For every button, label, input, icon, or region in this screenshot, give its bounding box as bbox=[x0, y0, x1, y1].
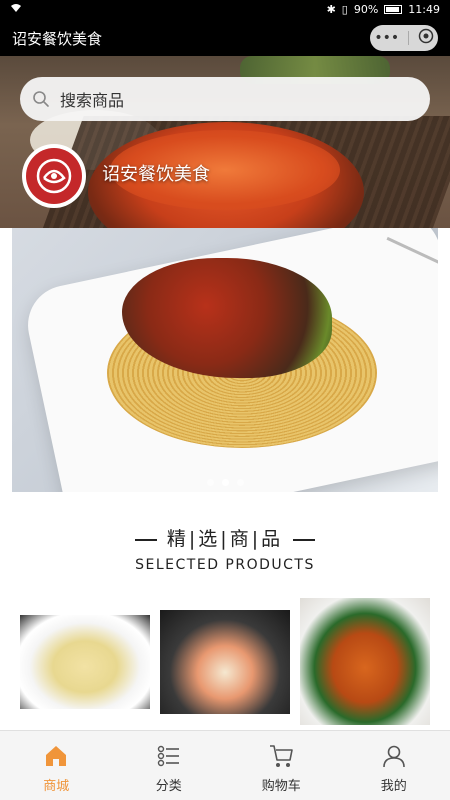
title-dash bbox=[293, 538, 316, 541]
vibrate-icon: ▯ bbox=[341, 3, 348, 16]
section-subtitle: SELECTED PRODUCTS bbox=[135, 557, 315, 573]
status-bar: ✱ ▯ 90% 11:49 bbox=[0, 0, 450, 20]
store-logo[interactable] bbox=[22, 144, 86, 208]
category-list-icon bbox=[157, 745, 179, 767]
user-icon bbox=[382, 745, 405, 768]
more-dots-icon[interactable]: ••• bbox=[374, 30, 399, 46]
tab-cart[interactable]: 购物车 bbox=[225, 731, 338, 800]
section-title: 精|选|商|品 bbox=[0, 524, 450, 551]
mini-program-header: 诏安餐饮美食 ••• bbox=[0, 20, 450, 56]
product-card[interactable] bbox=[20, 615, 150, 709]
store-name: 诏安餐饮美食 bbox=[102, 164, 210, 185]
tab-label: 购物车 bbox=[261, 779, 301, 794]
carousel-indicator bbox=[12, 479, 438, 486]
search-input[interactable]: 搜索商品 bbox=[20, 77, 430, 121]
logo-badge bbox=[26, 148, 82, 204]
product-card[interactable] bbox=[160, 610, 290, 714]
capsule-divider bbox=[407, 31, 409, 45]
mini-program-capsule: ••• bbox=[370, 25, 438, 51]
carousel-dot[interactable] bbox=[236, 479, 244, 486]
page-title: 诏安餐饮美食 bbox=[12, 30, 103, 48]
battery-icon bbox=[384, 5, 403, 14]
tab-label: 我的 bbox=[380, 779, 407, 794]
tab-home[interactable]: 商城 bbox=[0, 731, 113, 800]
status-time: 11:49 bbox=[408, 3, 440, 16]
logo-mark-icon bbox=[36, 158, 72, 194]
tab-label: 商城 bbox=[43, 779, 70, 794]
carousel-dot[interactable] bbox=[206, 479, 214, 486]
battery-percent: 90% bbox=[353, 3, 379, 16]
search-placeholder: 搜索商品 bbox=[60, 91, 125, 110]
section-title-text: 精|选|商|品 bbox=[166, 528, 284, 550]
wifi-icon bbox=[10, 3, 22, 16]
carousel-dot-active[interactable] bbox=[221, 479, 229, 486]
bottom-tab-bar: 商城 分类 购物车 我的 bbox=[0, 730, 450, 800]
home-icon bbox=[46, 746, 67, 766]
title-dash bbox=[134, 538, 157, 541]
tab-category[interactable]: 分类 bbox=[113, 731, 226, 800]
close-circle-icon[interactable] bbox=[418, 28, 434, 48]
cart-icon bbox=[270, 745, 294, 767]
product-card[interactable] bbox=[300, 598, 430, 725]
tab-profile[interactable]: 我的 bbox=[338, 731, 450, 800]
bluetooth-icon: ✱ bbox=[326, 3, 336, 16]
tab-label: 分类 bbox=[155, 779, 182, 794]
search-icon bbox=[33, 91, 49, 107]
banner-carousel[interactable] bbox=[12, 228, 438, 492]
